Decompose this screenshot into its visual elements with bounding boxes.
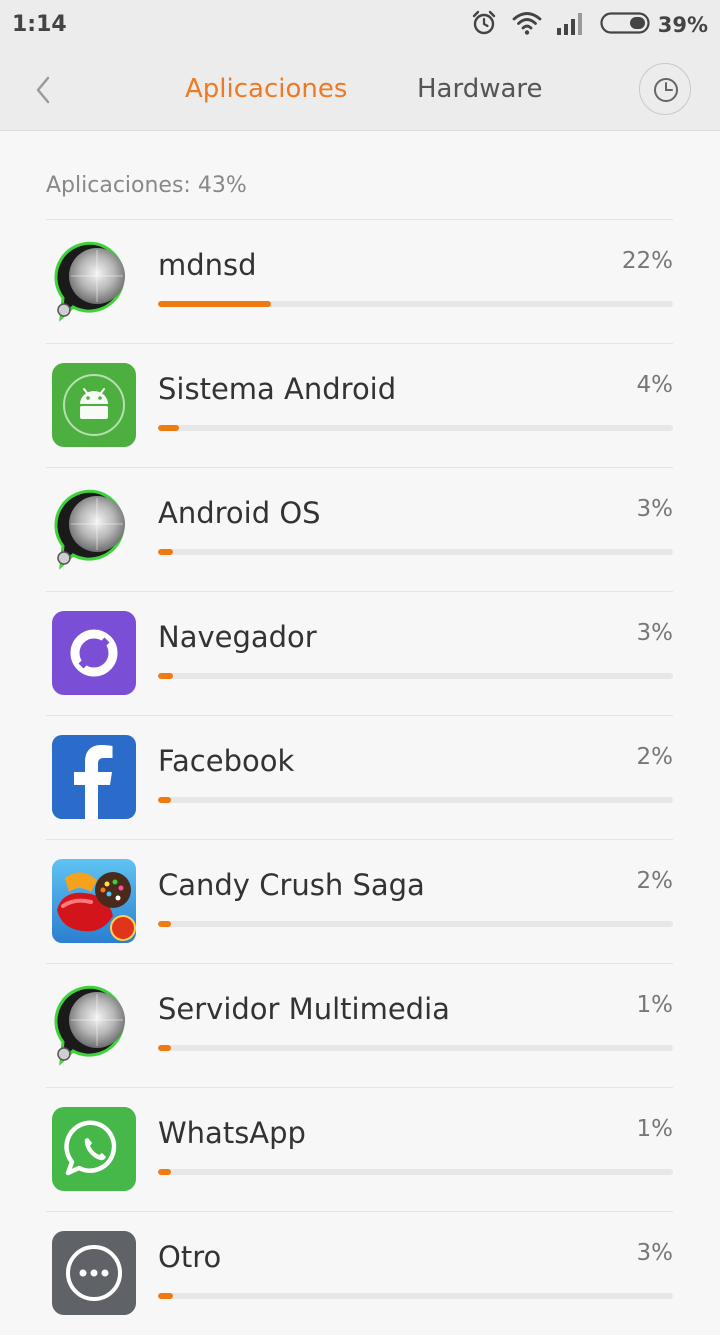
app-name: Candy Crush Saga: [158, 868, 425, 902]
candy-crush-icon: [51, 858, 137, 944]
usage-bar-fill: [158, 673, 174, 679]
usage-bar: [158, 1169, 673, 1175]
list-item[interactable]: Facebook 2%: [46, 715, 673, 839]
usage-bar: [158, 797, 673, 803]
usage-bar-fill: [158, 1045, 171, 1051]
header: Aplicaciones Hardware: [0, 50, 720, 131]
list-item[interactable]: Sistema Android 4%: [46, 343, 673, 467]
usage-bar-fill: [158, 549, 174, 555]
app-name: Navegador: [158, 620, 317, 654]
status-icons: 39%: [456, 10, 708, 40]
list-item[interactable]: Navegador 3%: [46, 591, 673, 715]
more-icon: [51, 1230, 137, 1316]
system-process-icon: [51, 238, 137, 324]
usage-bar: [158, 921, 673, 927]
system-process-icon: [51, 982, 137, 1068]
app-percent: 3%: [636, 496, 674, 522]
usage-bar: [158, 549, 673, 555]
list-item[interactable]: Servidor Multimedia 1%: [46, 963, 673, 1087]
tab-hardware[interactable]: Hardware: [417, 74, 543, 104]
whatsapp-icon: [51, 1106, 137, 1192]
system-process-icon: [51, 486, 137, 572]
battery-icon: [600, 12, 650, 38]
facebook-icon: [51, 734, 137, 820]
list-item[interactable]: Android OS 3%: [46, 467, 673, 591]
usage-bar-fill: [158, 921, 171, 927]
app-percent: 1%: [636, 1116, 674, 1142]
history-button[interactable]: [639, 63, 691, 115]
app-percent: 2%: [636, 744, 674, 770]
usage-bar: [158, 425, 673, 431]
alarm-icon: [470, 9, 498, 41]
app-name: mdnsd: [158, 248, 257, 282]
list-item[interactable]: mdnsd 22%: [46, 219, 673, 343]
app-name: WhatsApp: [158, 1116, 306, 1150]
app-name: Facebook: [158, 744, 295, 778]
android-icon: [51, 362, 137, 448]
app-usage-list: mdnsd 22% Sistema Android 4% Android OS …: [46, 219, 673, 1335]
usage-bar-fill: [158, 797, 171, 803]
chevron-left-icon: [36, 76, 50, 104]
app-name: Servidor Multimedia: [158, 992, 450, 1026]
app-name: Otro: [158, 1240, 222, 1274]
app-percent: 4%: [636, 372, 674, 398]
section-title: Aplicaciones: 43%: [46, 173, 247, 198]
list-item[interactable]: Otro 3%: [46, 1211, 673, 1335]
usage-bar: [158, 1045, 673, 1051]
back-button[interactable]: [26, 72, 62, 108]
usage-bar-fill: [158, 1169, 171, 1175]
status-time: 1:14: [12, 12, 67, 37]
list-item[interactable]: WhatsApp 1%: [46, 1087, 673, 1211]
wifi-icon: [512, 10, 542, 40]
app-percent: 3%: [636, 620, 674, 646]
tab-aplicaciones[interactable]: Aplicaciones: [185, 74, 347, 104]
usage-bar: [158, 1293, 673, 1299]
usage-bar-fill: [158, 301, 272, 307]
status-bar: 1:14 39%: [0, 0, 720, 50]
clock-icon: [654, 78, 678, 102]
battery-percent: 39%: [657, 13, 708, 37]
app-percent: 3%: [636, 1240, 674, 1266]
usage-bar: [158, 673, 673, 679]
app-percent: 1%: [636, 992, 674, 1018]
app-percent: 2%: [636, 868, 674, 894]
app-percent: 22%: [621, 248, 673, 274]
list-item[interactable]: Candy Crush Saga 2%: [46, 839, 673, 963]
usage-bar-fill: [158, 1293, 174, 1299]
usage-bar-fill: [158, 425, 179, 431]
browser-icon: [51, 610, 137, 696]
usage-bar: [158, 301, 673, 307]
app-name: Sistema Android: [158, 372, 397, 406]
app-name: Android OS: [158, 496, 321, 530]
signal-icon: [556, 10, 586, 40]
